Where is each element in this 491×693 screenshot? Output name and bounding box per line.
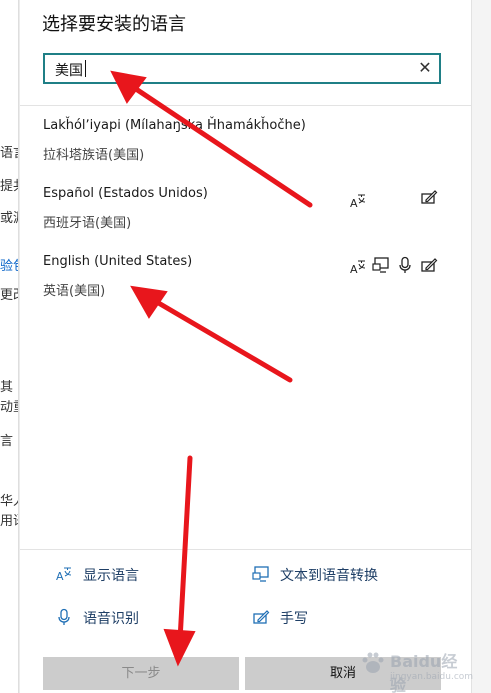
language-native-name: 拉科塔族语(美国) bbox=[43, 148, 145, 163]
baidu-watermark: Baidu经验 jingyan.baidu.com bbox=[360, 648, 474, 693]
bg-text-fragment: 提共 bbox=[0, 179, 20, 194]
language-search-box[interactable]: 美国 ✕ bbox=[43, 53, 441, 84]
clear-icon[interactable]: ✕ bbox=[415, 58, 435, 78]
language-list-item[interactable]: Lakȟólʼiyapi (Mílahaŋska Ȟhamákȟočhe) 拉科… bbox=[20, 118, 471, 186]
language-name: Lakȟólʼiyapi (Mílahaŋska Ȟhamákȟočhe) bbox=[43, 118, 306, 133]
display-language-icon: A bbox=[55, 565, 73, 583]
handwriting-icon bbox=[252, 608, 270, 626]
text-caret bbox=[85, 60, 86, 77]
speech-recognition-icon bbox=[396, 256, 414, 274]
legend-label: 显示语言 bbox=[83, 568, 139, 584]
dialog-title: 选择要安装的语言 bbox=[42, 14, 186, 35]
bg-text-fragment: 用语 bbox=[0, 514, 20, 529]
background-settings-window: 语言 提共 或源 验包 更改 其 动重 言 华人 用语 bbox=[0, 0, 20, 693]
svg-text:A: A bbox=[350, 197, 358, 210]
watermark-url: jingyan.baidu.com bbox=[390, 672, 474, 682]
bg-text-fragment: 其 bbox=[0, 380, 14, 395]
display-language-icon: A bbox=[349, 258, 367, 276]
search-input[interactable]: 美国 bbox=[55, 60, 83, 80]
bg-link-fragment: 验包 bbox=[0, 259, 20, 274]
bg-text-fragment: 言 bbox=[0, 434, 14, 449]
bg-text-fragment: 华人 bbox=[0, 494, 20, 509]
next-button[interactable]: 下一步 bbox=[43, 657, 239, 690]
svg-text:A: A bbox=[56, 570, 64, 583]
bg-text-fragment: 动重 bbox=[0, 400, 20, 415]
bg-text-fragment: 更改 bbox=[0, 288, 20, 303]
speech-recognition-icon bbox=[55, 608, 73, 626]
language-name: English (United States) bbox=[43, 254, 193, 269]
watermark-brand: Baidu经验 bbox=[390, 652, 458, 693]
bg-text-fragment: 或源 bbox=[0, 211, 20, 226]
background-right-strip bbox=[471, 0, 491, 693]
language-list-item[interactable]: English (United States) 英语(美国) A bbox=[20, 254, 471, 322]
legend-label: 手写 bbox=[280, 611, 308, 627]
legend-label: 文本到语音转换 bbox=[280, 568, 378, 584]
language-native-name: 英语(美国) bbox=[43, 284, 106, 299]
language-native-name: 西班牙语(美国) bbox=[43, 216, 132, 231]
legend-label: 语音识别 bbox=[83, 611, 139, 627]
language-name: Español (Estados Unidos) bbox=[43, 186, 208, 201]
text-to-speech-icon bbox=[252, 565, 270, 583]
display-language-icon: A bbox=[349, 192, 367, 210]
handwriting-icon bbox=[420, 256, 438, 274]
handwriting-icon bbox=[420, 188, 438, 206]
svg-text:A: A bbox=[350, 263, 358, 276]
text-to-speech-icon bbox=[372, 256, 390, 274]
divider bbox=[20, 105, 471, 106]
language-list-item[interactable]: Español (Estados Unidos) 西班牙语(美国) A bbox=[20, 186, 471, 254]
paw-icon bbox=[362, 652, 384, 673]
bg-text-fragment: 语言 bbox=[0, 146, 20, 161]
divider bbox=[20, 549, 471, 550]
install-language-dialog: 选择要安装的语言 美国 ✕ Lakȟólʼiyapi (Mílahaŋska Ȟ… bbox=[20, 0, 471, 693]
